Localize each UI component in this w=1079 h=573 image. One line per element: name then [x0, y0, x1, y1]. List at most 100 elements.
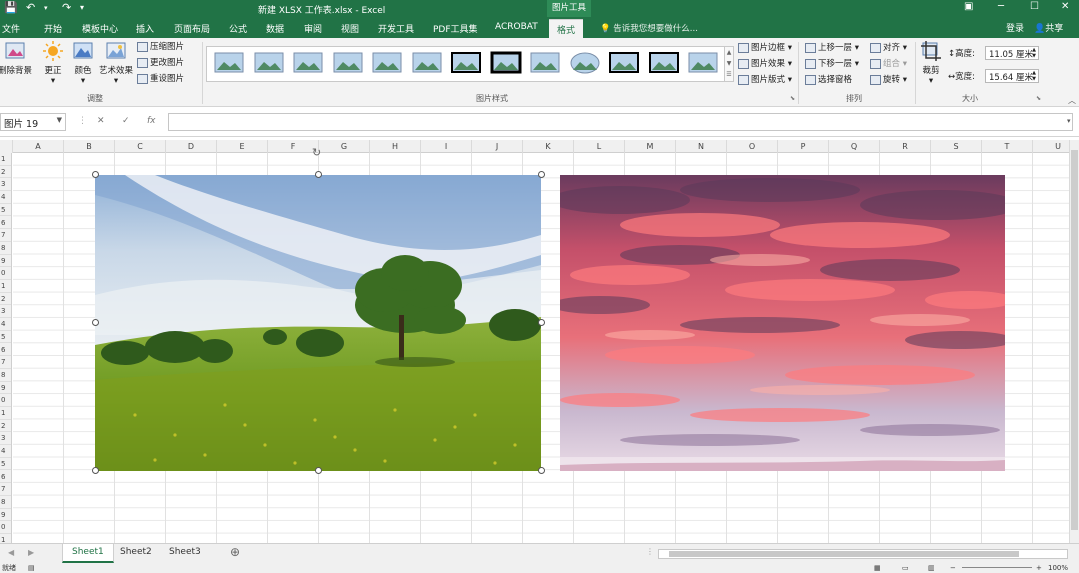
macro-record-icon[interactable]: ▤ — [28, 563, 35, 573]
row-header[interactable]: 8 — [0, 369, 11, 382]
tab-splitter-icon[interactable]: ⋮ — [646, 547, 654, 556]
row-header[interactable]: 8 — [0, 496, 11, 509]
row-header[interactable]: 4 — [0, 445, 11, 458]
prev-sheet-icon[interactable]: ◀ — [8, 548, 14, 557]
row-header[interactable]: 1 — [0, 280, 11, 293]
cancel-icon[interactable]: ✕ — [97, 116, 105, 126]
resize-handle[interactable] — [538, 319, 545, 326]
group-objects-button[interactable]: 组合 ▾ — [870, 58, 907, 71]
picture-style-black-border[interactable] — [648, 50, 680, 78]
column-header-r[interactable]: R — [880, 140, 931, 153]
column-header-s[interactable]: S — [931, 140, 982, 153]
picture-style-oval[interactable] — [569, 50, 601, 78]
tab-template-center[interactable]: 模板中心 — [82, 22, 118, 35]
picture-style-shadow[interactable] — [332, 50, 364, 78]
vertical-scrollbar[interactable] — [1069, 140, 1079, 543]
vertical-scroll-thumb[interactable] — [1071, 150, 1078, 530]
maximize-button[interactable]: ☐ — [1030, 1, 1039, 12]
row-header[interactable]: 6 — [0, 217, 11, 230]
zoom-out-icon[interactable]: − — [950, 563, 956, 573]
column-header-p[interactable]: P — [778, 140, 829, 153]
enter-icon[interactable]: ✓ — [122, 116, 130, 126]
formula-input[interactable] — [168, 113, 1073, 131]
change-picture-button[interactable]: 更改图片 — [137, 57, 184, 70]
column-header-c[interactable]: C — [115, 140, 166, 153]
picture-style-gray-frame[interactable] — [292, 50, 324, 78]
new-sheet-icon[interactable]: ⊕ — [230, 545, 240, 559]
picture-style-soft[interactable] — [411, 50, 443, 78]
row-header[interactable]: 5 — [0, 204, 11, 217]
picture-style-rounded[interactable] — [687, 50, 719, 78]
picture-style-plain[interactable] — [213, 50, 245, 78]
tab-view[interactable]: 视图 — [341, 22, 359, 35]
gallery-down-icon[interactable]: ▼ — [727, 60, 732, 67]
share-button[interactable]: 👤共享 — [1034, 21, 1063, 34]
row-header[interactable]: 1 — [0, 153, 11, 166]
picture-border-button[interactable]: 图片边框 ▾ — [738, 42, 792, 55]
insert-function-icon[interactable]: fx — [147, 116, 156, 126]
tab-page-layout[interactable]: 页面布局 — [174, 22, 210, 35]
column-header-q[interactable]: Q — [829, 140, 880, 153]
formula-bar-more-icon[interactable]: ⋮ — [78, 116, 87, 126]
tab-insert[interactable]: 插入 — [136, 22, 154, 35]
column-header-a[interactable]: A — [13, 140, 64, 153]
column-header-o[interactable]: O — [727, 140, 778, 153]
rotate-button[interactable]: 旋转 ▾ — [870, 74, 907, 87]
collapse-ribbon-icon[interactable]: ︿ — [1068, 95, 1076, 106]
row-header[interactable]: 3 — [0, 432, 11, 446]
bring-forward-button[interactable]: 上移一层 ▾ — [805, 42, 859, 55]
tab-format[interactable]: 格式 — [549, 19, 584, 38]
gallery-scroll[interactable]: ▲ ▼ ☰ — [724, 46, 734, 82]
column-header-i[interactable]: I — [421, 140, 472, 153]
resize-handle[interactable] — [538, 171, 545, 178]
picture-style-dark-frame[interactable] — [608, 50, 640, 78]
tab-review[interactable]: 审阅 — [304, 22, 322, 35]
row-header[interactable]: 4 — [0, 318, 11, 331]
normal-view-icon[interactable]: ▦ — [874, 563, 881, 573]
size-dialog-launcher-icon[interactable]: ⬊ — [1036, 95, 1041, 102]
row-header[interactable]: 0 — [0, 521, 11, 534]
picture-styles-gallery[interactable] — [206, 46, 726, 82]
tab-pdf-tools[interactable]: PDF工具集 — [433, 22, 478, 35]
resize-handle[interactable] — [92, 467, 99, 474]
ribbon-display-icon[interactable]: ▣ — [964, 1, 973, 12]
row-header[interactable]: 3 — [0, 178, 11, 192]
row-header[interactable]: 2 — [0, 166, 11, 179]
select-all-corner[interactable] — [0, 140, 13, 153]
row-header[interactable]: 9 — [0, 509, 11, 522]
picture-style-black-frame[interactable] — [450, 50, 482, 78]
page-break-view-icon[interactable]: ▥ — [928, 563, 935, 573]
remove-background-button[interactable]: 删除背景 — [0, 40, 32, 76]
row-header[interactable]: 6 — [0, 344, 11, 357]
tab-file[interactable]: 文件 — [2, 22, 20, 35]
row-header[interactable]: 0 — [0, 267, 11, 280]
width-input[interactable]: 15.64 厘米 ▲ ▼ — [985, 69, 1039, 83]
picture-style-white-frame[interactable] — [253, 50, 285, 78]
styles-dialog-launcher-icon[interactable]: ⬊ — [790, 95, 795, 102]
picture-style-thick-black[interactable] — [490, 50, 522, 78]
crop-button[interactable]: 裁剪 ▾ — [919, 40, 943, 86]
column-header-l[interactable]: L — [574, 140, 625, 153]
height-spinner-icon[interactable]: ▲ ▼ — [1032, 47, 1036, 59]
gallery-more-icon[interactable]: ☰ — [726, 71, 731, 78]
row-header[interactable]: 4 — [0, 191, 11, 204]
column-header-t[interactable]: T — [982, 140, 1033, 153]
tell-me-search[interactable]: 💡 告诉我您想要做什么... — [600, 22, 698, 34]
tab-data[interactable]: 数据 — [266, 22, 284, 35]
zoom-slider[interactable] — [962, 567, 1032, 568]
sheet-tab-sheet2[interactable]: Sheet2 — [111, 544, 161, 563]
picture-layout-button[interactable]: 图片版式 ▾ — [738, 74, 792, 87]
column-header-e[interactable]: E — [217, 140, 268, 153]
gallery-up-icon[interactable]: ▲ — [727, 49, 732, 56]
corrections-button[interactable]: 更正 ▾ — [40, 40, 66, 86]
resize-handle[interactable] — [538, 467, 545, 474]
row-header[interactable]: 0 — [0, 394, 11, 407]
artistic-effects-button[interactable]: 艺术效果 ▾ — [98, 40, 134, 86]
rotate-handle-icon[interactable]: ↻ — [312, 147, 324, 158]
picture-effects-button[interactable]: 图片效果 ▾ — [738, 58, 792, 71]
sunset-clouds-picture[interactable] — [560, 175, 1005, 471]
compress-pictures-button[interactable]: 压缩图片 — [137, 41, 184, 54]
row-header[interactable]: 9 — [0, 255, 11, 268]
column-header-k[interactable]: K — [523, 140, 574, 153]
save-icon[interactable]: 💾 — [4, 1, 18, 14]
